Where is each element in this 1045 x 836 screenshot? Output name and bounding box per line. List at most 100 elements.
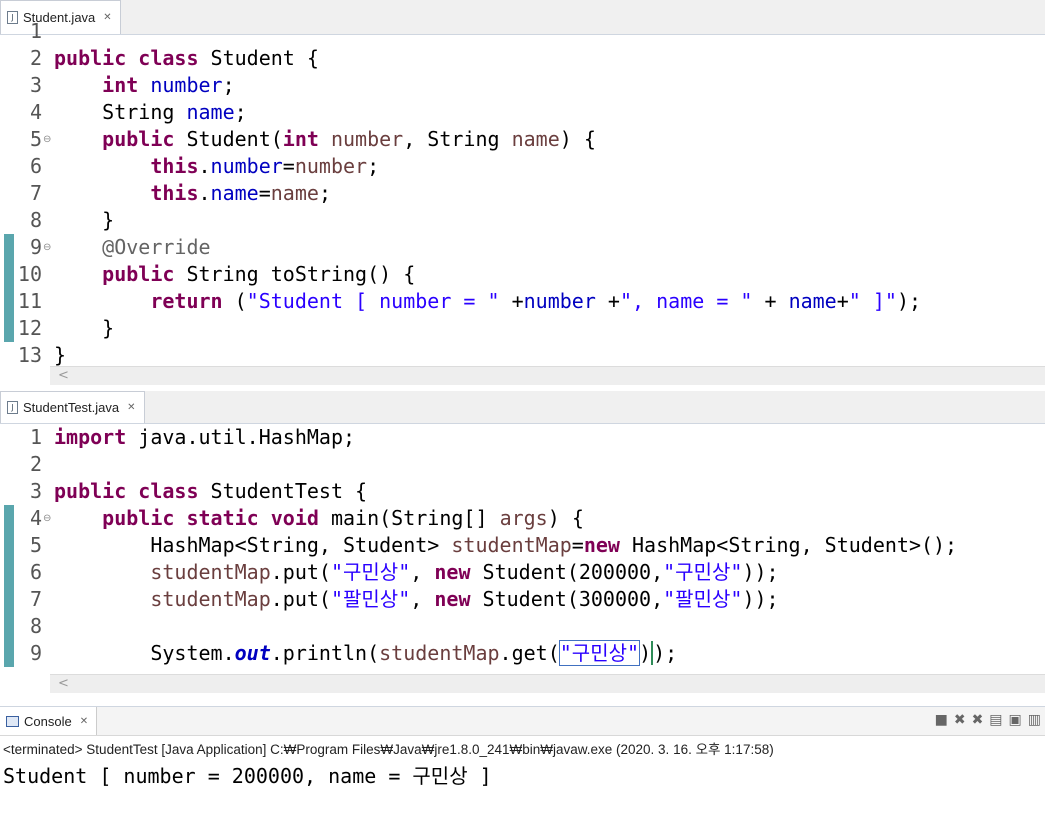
code-line: 8 } (0, 207, 1045, 234)
code-text: this.name=name; (150, 181, 331, 205)
line-number: 8 (29, 208, 42, 232)
line-number: 7 (29, 587, 42, 611)
code-line: 2 public class Student { (0, 45, 1045, 72)
line-number: 1 (29, 425, 42, 449)
code-text: } (54, 208, 115, 232)
line-number: 9 (29, 641, 42, 665)
change-marker (4, 234, 14, 261)
editor-tabbar: J StudentTest.java ✕ (0, 391, 1045, 424)
code-text: } (54, 343, 67, 367)
code-text: studentMap.put("팔민상", new Student(300000… (150, 587, 779, 611)
change-marker (4, 505, 14, 532)
display-console-icon[interactable]: ▥ (1028, 712, 1041, 728)
line-number: 7 (29, 181, 42, 205)
line-number: 2 (29, 46, 42, 70)
line-number: 6 (29, 560, 42, 584)
code-text: public class Student { (54, 46, 319, 70)
line-number: 4 (29, 100, 42, 124)
close-icon[interactable]: ✕ (127, 402, 135, 413)
code-line: 9 System.out.println(studentMap.get("구민상… (0, 640, 1045, 667)
code-line: 3 int number; (0, 72, 1045, 99)
code-text: public String toString() { (102, 262, 416, 286)
code-line: 4 String name; (0, 99, 1045, 126)
line-number: 4 (29, 506, 42, 530)
line-number: 9 (29, 235, 42, 259)
change-marker (4, 315, 14, 342)
remove-launch-icon[interactable]: ✖ (954, 712, 966, 728)
code-line: 1 import java.util.HashMap; (0, 424, 1045, 451)
code-line: 1 (0, 18, 1045, 45)
line-number: 10 (17, 262, 42, 286)
fold-icon[interactable]: ⊖ (43, 134, 51, 145)
pin-icon[interactable]: ▣ (1009, 712, 1022, 728)
console-output: Student [ number = 200000, name = 구민상 ] (3, 764, 492, 788)
remove-all-icon[interactable]: ✖ (972, 712, 984, 728)
code-line: 8 (0, 613, 1045, 640)
code-line: 6 this.number=number; (0, 153, 1045, 180)
tab-student-test-java[interactable]: J StudentTest.java ✕ (0, 391, 145, 423)
code-line: 5 ⊖ public Student(int number, String na… (0, 126, 1045, 153)
code-line: 11 return ("Student [ number = " +number… (0, 288, 1045, 315)
change-marker (4, 288, 14, 315)
code-text: studentMap.put("구민상", new Student(200000… (150, 560, 779, 584)
code-line: 3 public class StudentTest { (0, 478, 1045, 505)
code-text: HashMap<String, Student> studentMap=new … (54, 533, 958, 557)
line-number: 2 (29, 452, 42, 476)
code-line: 9 ⊖ @Override (0, 234, 1045, 261)
code-text: import java.util.HashMap; (54, 425, 356, 449)
change-marker (4, 640, 14, 667)
change-marker (4, 532, 14, 559)
code-text: return ("Student [ number = " +number +"… (150, 289, 922, 313)
tab-label: StudentTest.java (23, 400, 120, 415)
code-line: 2 (0, 451, 1045, 478)
line-number: 5 (29, 127, 42, 151)
console-tabbar: Console ✕ ■ ✖ ✖ ▤ ▣ ▥ (0, 706, 1045, 736)
tab-console[interactable]: Console ✕ (0, 707, 98, 735)
change-marker (4, 261, 14, 288)
console-status: <terminated> StudentTest [Java Applicati… (3, 742, 774, 757)
console-icon (6, 715, 19, 727)
line-number: 3 (29, 73, 42, 97)
scroll-lock-icon[interactable]: ▤ (989, 712, 1002, 728)
tab-label: Console (24, 713, 72, 729)
fold-icon[interactable]: ⊖ (43, 513, 51, 524)
close-icon[interactable]: ✕ (80, 716, 88, 727)
stop-icon[interactable]: ■ (935, 712, 948, 728)
code-line: 7 studentMap.put("팔민상", new Student(3000… (0, 586, 1045, 613)
code-text: System.out.println(studentMap.get("구민상")… (54, 640, 678, 666)
code-text: public class StudentTest { (54, 479, 368, 503)
code-text: @Override (102, 235, 211, 259)
fold-icon[interactable]: ⊖ (43, 242, 51, 253)
line-number: 1 (29, 19, 42, 43)
line-number: 12 (17, 316, 42, 340)
change-marker (4, 613, 14, 640)
editor-pane-student: J Student.java ✕ 1 2 public class Studen… (0, 0, 1045, 388)
line-number: 6 (29, 154, 42, 178)
java-file-icon: J (7, 401, 18, 414)
code-text: } (54, 316, 115, 340)
line-number: 13 (17, 343, 42, 367)
code-text: String name; (54, 100, 247, 124)
code-line: 12 } (0, 315, 1045, 342)
line-number: 3 (29, 479, 42, 503)
code-text: this.number=number; (150, 154, 380, 178)
code-text: int number; (102, 73, 235, 97)
code-text: public static void main(String[] args) { (102, 506, 584, 530)
console-toolbar: ■ ✖ ✖ ▤ ▣ ▥ (935, 712, 1041, 728)
scroll-left-icon[interactable]: < (58, 368, 69, 383)
code-line: 7 this.name=name; (0, 180, 1045, 207)
code-line: 4 ⊖ public static void main(String[] arg… (0, 505, 1045, 532)
horizontal-scrollbar[interactable]: < (50, 674, 1045, 693)
editor-pane-student-test: J StudentTest.java ✕ 1 import java.util.… (0, 391, 1045, 696)
code-line: 6 studentMap.put("구민상", new Student(2000… (0, 559, 1045, 586)
horizontal-scrollbar[interactable]: < (50, 366, 1045, 385)
change-marker (4, 559, 14, 586)
code-line: 5 HashMap<String, Student> studentMap=ne… (0, 532, 1045, 559)
scroll-left-icon[interactable]: < (58, 676, 69, 691)
line-number: 5 (29, 533, 42, 557)
code-text: public Student(int number, String name) … (102, 127, 596, 151)
line-number: 8 (29, 614, 42, 638)
change-marker (4, 586, 14, 613)
code-line: 13 } (0, 342, 1045, 369)
line-number: 11 (17, 289, 42, 313)
